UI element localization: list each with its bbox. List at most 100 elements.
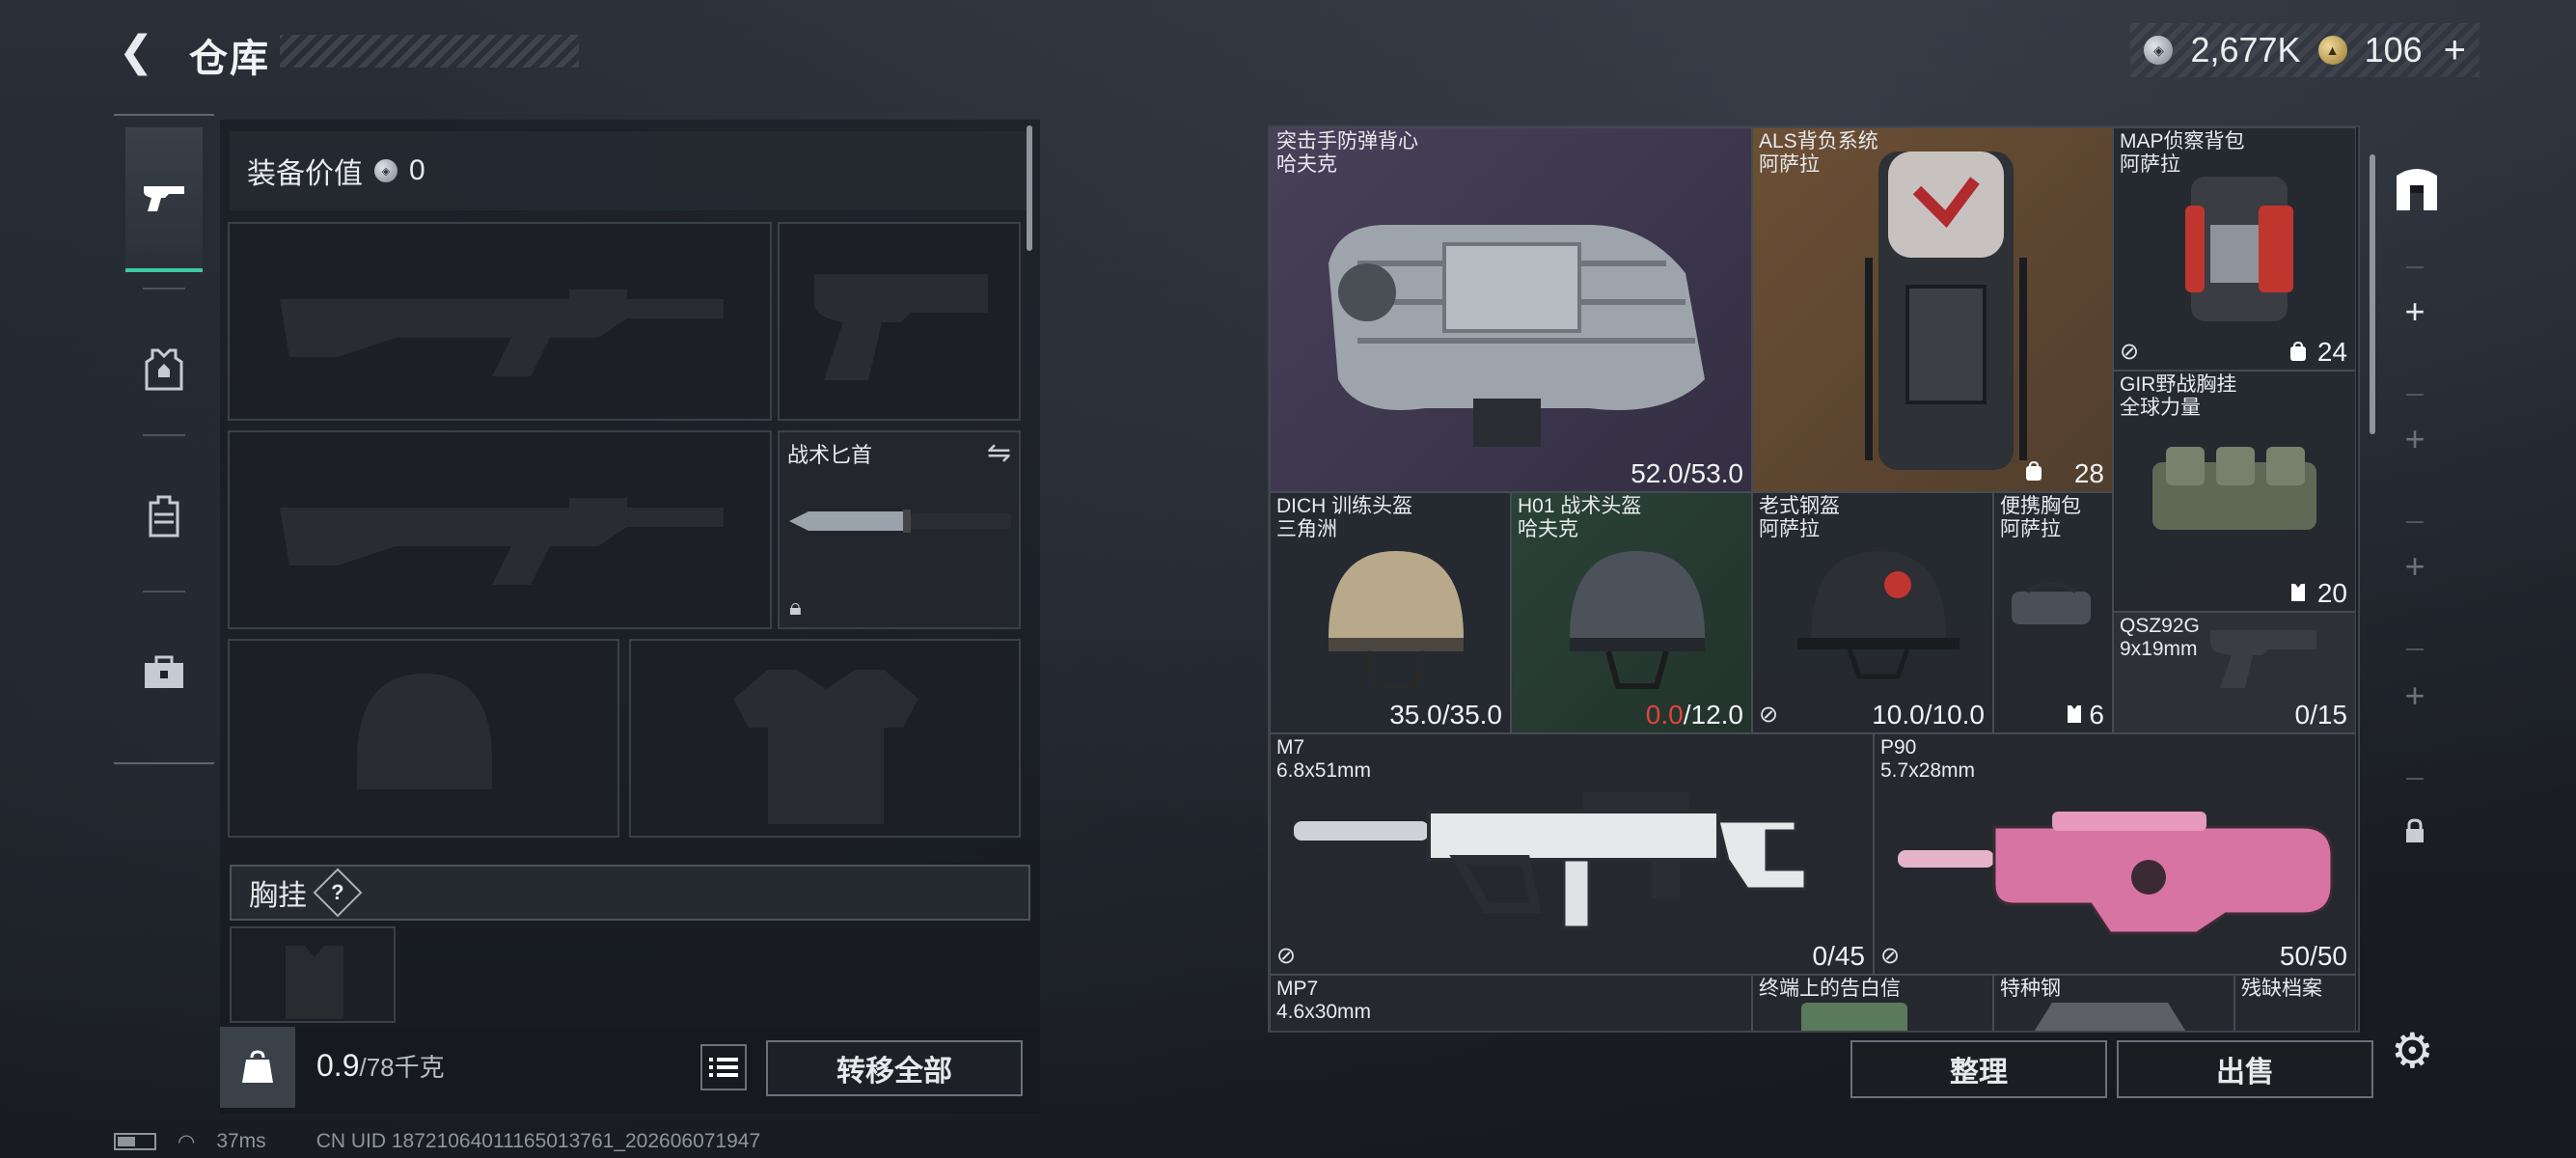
gold-currency-value: 106	[2364, 30, 2423, 69]
rail-separator	[2406, 648, 2424, 650]
pistol-slot[interactable]	[778, 222, 1021, 421]
equipment-value-bar: 装备价值 ◈ 0	[230, 131, 1030, 210]
gir-chest-rig-image	[2152, 447, 2316, 530]
stash-item-gir-chest-rig[interactable]: GIR野战胸挂 全球力量 20	[2113, 371, 2356, 612]
rail-separator	[2406, 521, 2424, 523]
nav-backpack[interactable]	[125, 444, 203, 589]
loadout-panel: 装备价值 ◈ 0 战术匕首 ⇋ 🔒︎ 胸挂 ?	[220, 120, 1040, 1114]
no-insure-icon: ⊘	[2120, 339, 2140, 365]
secondary-weapon-slot[interactable]	[228, 430, 772, 629]
stash-item-dich-helmet[interactable]: DICH 训练头盔 三角洲 35.0/35.0	[1270, 492, 1511, 733]
rail-separator	[2406, 394, 2424, 396]
stash-item-old-helmet[interactable]: 老式钢盔 阿萨拉 ⊘ 10.0/10.0	[1752, 492, 1993, 733]
add-currency-button[interactable]: +	[2444, 29, 2466, 72]
toolbox-icon	[145, 655, 183, 688]
chest-rig-label: 胸挂	[249, 880, 307, 912]
transfer-all-button[interactable]: 转移全部	[766, 1040, 1023, 1096]
help-icon[interactable]: ?	[313, 868, 363, 918]
pistol-icon	[144, 186, 184, 211]
weight-bar: 0.9/78千克 转移全部	[220, 1027, 1040, 1108]
vest-icon	[145, 348, 183, 391]
terminal-letter-image	[1801, 1003, 1907, 1031]
lock-icon: 🔒︎	[789, 594, 802, 620]
list-icon	[709, 1058, 738, 1077]
add-stash-tab-button[interactable]: +	[2391, 291, 2439, 332]
stash-item-m7[interactable]: M7 6.8x51mm ⊘ 0/45	[1270, 733, 1874, 975]
back-arrow-icon[interactable]: ❮	[114, 28, 158, 75]
chest-rig-header: 胸挂 ?	[230, 865, 1030, 921]
stash-item-vest[interactable]: 突击手防弹背心 哈夫克 52.0/53.0	[1270, 127, 1752, 492]
capacity-icon	[2290, 341, 2306, 361]
currency-bar: ◈ 2,677K ▲ 106 +	[2130, 23, 2480, 77]
sell-button[interactable]: 出售	[2117, 1040, 2373, 1098]
stash-item-p90[interactable]: P90 5.7x28mm ⊘ 50/50	[1874, 733, 2356, 975]
add-stash-tab-button[interactable]: +	[2391, 419, 2439, 459]
wifi-icon: ◠	[178, 1130, 196, 1153]
silver-coin-icon: ◈	[2144, 36, 2174, 65]
helmet-silhouette-icon	[357, 674, 492, 789]
stash-item-map-backpack[interactable]: MAP侦察背包 阿萨拉 ⊘ 24	[2113, 127, 2356, 371]
add-stash-tab-button[interactable]: +	[2391, 676, 2439, 716]
nav-separator	[143, 591, 185, 593]
dich-helmet-image	[1329, 551, 1464, 689]
armor-silhouette-icon	[733, 670, 918, 824]
knife-slot[interactable]: 战术匕首 ⇋ 🔒︎	[778, 430, 1021, 629]
list-view-button[interactable]	[700, 1044, 747, 1090]
pistol-silhouette-icon	[814, 274, 988, 380]
stash-item-terminal-letter[interactable]: 终端上的告白信	[1752, 975, 1993, 1031]
armor-slot[interactable]	[629, 639, 1021, 838]
rifle-silhouette-icon	[280, 498, 724, 585]
stash-item-qsz92g[interactable]: QSZ92G 9x19mm 0/15	[2113, 612, 2356, 733]
nav-weapons[interactable]	[125, 127, 203, 272]
stash-item-special-steel[interactable]: 特种钢	[1993, 975, 2234, 1031]
stash-tab-rail: + + + +	[2362, 125, 2468, 1033]
stash-item-chest-bag[interactable]: 便携胸包 阿萨拉 6	[1993, 492, 2113, 733]
equipment-value: 0	[409, 154, 425, 186]
capacity-icon	[2026, 460, 2042, 481]
helmet-slot[interactable]	[228, 639, 619, 838]
p90-smg-image	[1898, 812, 2334, 935]
chest-rig-capacity-icon	[2291, 584, 2305, 601]
rifle-silhouette-icon	[280, 290, 724, 376]
vest-image	[1329, 225, 1705, 447]
silver-currency-value: 2,677K	[2190, 30, 2301, 69]
stash-item-mp7[interactable]: MP7 4.6x30mm	[1270, 975, 1752, 1031]
gold-coin-icon: ▲	[2317, 36, 2347, 65]
sort-button[interactable]: 整理	[1850, 1040, 2107, 1098]
stash-scrollbar[interactable]	[2370, 154, 2375, 434]
knife-slot-label: 战术匕首	[787, 443, 873, 467]
category-nav	[114, 114, 214, 764]
chest-bag-image	[2012, 582, 2091, 624]
map-backpack-image	[2185, 177, 2293, 321]
page-title: 仓库	[189, 38, 270, 80]
stash-item-h01-helmet[interactable]: H01 战术头盔 哈夫克 0.0/12.0	[1511, 492, 1752, 733]
equipment-value-label: 装备价值	[247, 158, 363, 190]
battery-icon	[114, 1133, 156, 1150]
tactical-knife-image	[789, 510, 1011, 533]
lock-icon[interactable]	[2391, 818, 2439, 850]
qsz92g-pistol-image	[2210, 630, 2316, 688]
stash-item-als-backpack[interactable]: ALS背负系统 阿萨拉 28	[1752, 127, 2113, 492]
rail-separator	[2406, 778, 2424, 780]
kg-weight-icon	[220, 1027, 295, 1108]
no-insure-icon: ⊘	[1880, 943, 1901, 969]
special-steel-image	[2034, 1003, 2186, 1031]
uid-text: CN UID 18721064011165013761_202606071947	[315, 1130, 761, 1152]
nav-separator	[143, 434, 185, 436]
swap-icon[interactable]: ⇋	[987, 436, 1011, 470]
gear-icon[interactable]: ⚙	[2391, 1023, 2434, 1079]
stash-box-icon[interactable]	[2391, 162, 2439, 219]
nav-tools[interactable]	[125, 600, 203, 745]
stash-item-incomplete-archive[interactable]: 残缺档案	[2234, 975, 2356, 1031]
rail-separator	[2406, 266, 2424, 268]
no-insure-icon: ⊘	[1759, 702, 1779, 728]
add-stash-tab-button[interactable]: +	[2391, 546, 2439, 587]
ping-value: 37ms	[216, 1130, 266, 1152]
stash-grid: 突击手防弹背心 哈夫克 52.0/53.0 ALS背负系统 阿萨拉 28 MAP…	[1268, 125, 2360, 1033]
h01-helmet-image	[1570, 551, 1705, 689]
primary-weapon-slot[interactable]	[228, 222, 772, 421]
chest-rig-slot[interactable]	[230, 926, 396, 1023]
no-insure-icon: ⊘	[1276, 943, 1297, 969]
loadout-scrollbar[interactable]	[1027, 125, 1032, 251]
nav-armor[interactable]	[125, 297, 203, 442]
